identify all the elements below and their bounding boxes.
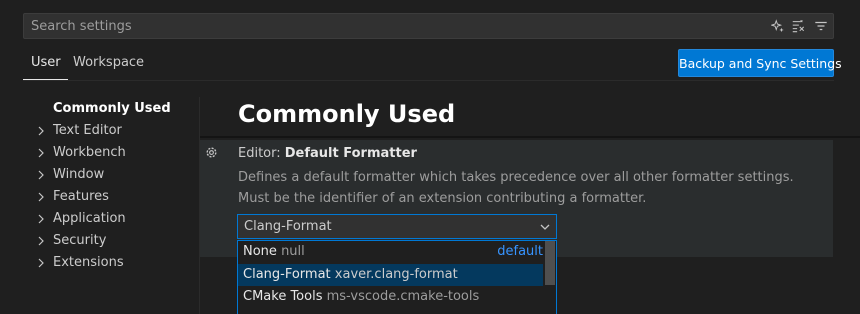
option-name: Clang-Format — [243, 267, 331, 282]
chevron-right-icon — [38, 192, 44, 202]
toc-item-workbench[interactable]: Workbench — [30, 142, 200, 164]
toc-item-label: Commonly Used — [53, 101, 171, 116]
option-id: null — [281, 244, 305, 259]
setting-title: Editor: Default Formatter — [238, 146, 417, 161]
search-input[interactable] — [24, 14, 754, 38]
tab-workspace[interactable]: Workspace — [73, 55, 144, 80]
select-value: Clang-Format — [244, 219, 332, 234]
option-id: ms-vscode.cmake-tools — [326, 289, 480, 304]
search-bar — [23, 13, 834, 39]
chevron-right-icon — [38, 148, 44, 158]
toc-item-label: Application — [53, 211, 126, 226]
setting-category: Editor: — [238, 146, 285, 161]
tab-divider — [23, 80, 834, 81]
chevron-right-icon — [38, 236, 44, 246]
filter-icon[interactable] — [814, 19, 828, 33]
setting-name: Default Formatter — [284, 146, 417, 161]
chevron-right-icon — [38, 126, 44, 136]
option-name: CMake Tools — [243, 289, 323, 304]
toc-item-label: Window — [53, 167, 105, 182]
formatter-dropdown-list: None null default Clang-Format xaver.cla… — [237, 240, 557, 314]
dropdown-option-cmake-tools[interactable]: CMake Tools ms-vscode.cmake-tools — [238, 286, 543, 308]
toc-item-features[interactable]: Features — [30, 186, 200, 208]
dropdown-option-clang-format[interactable]: Clang-Format xaver.clang-format — [238, 264, 543, 286]
toc-item-extensions[interactable]: Extensions — [30, 252, 200, 274]
toc-item-label: Workbench — [53, 145, 126, 160]
toc-item-application[interactable]: Application — [30, 208, 200, 230]
chevron-right-icon — [38, 214, 44, 224]
toc-item-window[interactable]: Window — [30, 164, 200, 186]
default-formatter-select[interactable]: Clang-Format — [237, 214, 557, 239]
header-shadow — [200, 136, 860, 138]
section-title: Commonly Used — [238, 100, 456, 128]
chevron-right-icon — [38, 258, 44, 268]
settings-toc: Commonly Used Text Editor Workbench Wind… — [30, 98, 200, 274]
setting-description: Defines a default formatter which takes … — [238, 170, 794, 206]
option-name: None — [243, 244, 277, 259]
filter-sparkle-icon[interactable] — [771, 19, 785, 33]
tab-user[interactable]: User — [23, 55, 68, 80]
chevron-right-icon — [38, 170, 44, 180]
dropdown-scrollbar[interactable] — [545, 241, 555, 285]
option-id: xaver.clang-format — [334, 267, 458, 282]
gear-icon[interactable] — [204, 145, 219, 160]
toc-item-label: Security — [53, 233, 107, 248]
toc-item-label: Features — [53, 189, 109, 204]
dropdown-option-none[interactable]: None null default — [238, 241, 543, 263]
backup-and-sync-button[interactable]: Backup and Sync Settings — [678, 49, 842, 77]
toc-item-text-editor[interactable]: Text Editor — [30, 120, 200, 142]
toc-item-commonly-used[interactable]: Commonly Used — [30, 98, 200, 120]
toc-item-label: Text Editor — [53, 123, 122, 138]
default-tag: default — [497, 244, 543, 259]
clear-filter-icon[interactable] — [791, 19, 805, 33]
chevron-down-icon — [540, 224, 550, 230]
toc-item-security[interactable]: Security — [30, 230, 200, 252]
toc-item-label: Extensions — [53, 255, 124, 270]
